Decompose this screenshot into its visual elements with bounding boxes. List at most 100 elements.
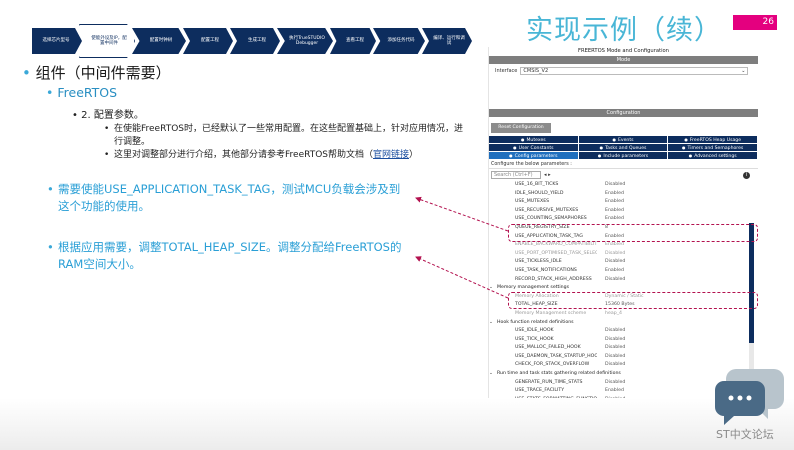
param-name: USE_TICKLESS_IDLE: [515, 259, 562, 265]
param-name: USE_MALLOC_FAILED_HOOK: [515, 345, 581, 351]
param-name: USE_TICK_HOOK: [515, 336, 554, 342]
bullet-dot: •: [104, 150, 110, 160]
param-name: Memory Management scheme: [515, 310, 587, 316]
param-name: USE_PORT_OPTIMISED_TASK_SELECTION: [515, 250, 597, 256]
chat-bubble-logo-icon: [715, 369, 784, 425]
tab-config-parameters[interactable]: Config parameters: [489, 152, 579, 160]
param-name: USE_DAEMON_TASK_STARTUP_HOOK: [515, 353, 597, 359]
tab-timers-semaphores[interactable]: Timers and Semaphores: [668, 144, 758, 152]
official-site-link[interactable]: 官网链接: [373, 150, 409, 160]
bullet-dot: •: [22, 64, 31, 82]
tab-heap-usage[interactable]: FreeRTOS Heap Usage: [668, 136, 758, 144]
configuration-header: Configuration: [489, 109, 758, 117]
tab-include-parameters[interactable]: Include parameters: [578, 152, 669, 160]
param-value: Disabled: [605, 362, 626, 368]
tab-row-1: Mutexes Events FreeRTOS Heap Usage: [489, 136, 758, 144]
bullet-dot: •: [72, 110, 78, 121]
param-name: ENABLE_BACKWARD_COMPATIBILITY: [515, 242, 597, 248]
slide-title: 实现示例（续）: [526, 15, 722, 46]
param-value: Disabled: [605, 345, 626, 351]
param-value: Disabled: [605, 250, 626, 256]
tab-advanced-settings[interactable]: Advanced settings: [668, 152, 758, 160]
param-value: Enabled: [605, 216, 624, 222]
interface-label: Interface: [495, 68, 518, 74]
param-row[interactable]: USE_TICKLESS_IDLE Disabled: [489, 258, 758, 267]
search-options-icon[interactable]: ◂ ▸: [544, 172, 551, 178]
param-value: Disabled: [605, 276, 626, 282]
process-steps-bar: 选择芯片型号 使能外设及IP，配置中间件 配置时钟树 配置工程 生成工程 执行T…: [32, 24, 482, 58]
param-name: RECORD_STACK_HIGH_ADDRESS: [515, 276, 592, 282]
param-value: Enabled: [605, 199, 624, 205]
step-5: 生成工程: [230, 28, 280, 54]
param-value: Disabled: [605, 182, 626, 187]
param-name: IDLE_SHOULD_YIELD: [515, 190, 564, 196]
tab-tasks-queues[interactable]: Tasks and Queues: [578, 144, 669, 152]
param-row[interactable]: USE_TICK_HOOK Disabled: [489, 336, 758, 345]
param-value: Disabled: [605, 353, 626, 359]
reset-configuration-button[interactable]: Reset Configuration: [491, 123, 551, 133]
param-name: USE_TASK_NOTIFICATIONS: [515, 267, 577, 273]
param-name: USE_MUTEXES: [515, 199, 550, 205]
sub-bullet-help-docs: • 这里对调整部分进行介绍，其他部分请参考FreeRTOS帮助文档（官网链接）: [104, 150, 419, 160]
param-row[interactable]: USE_TASK_NOTIFICATIONS Enabled: [489, 267, 758, 276]
group-label: Hook function related definitions: [496, 319, 574, 325]
param-row[interactable]: USE_MALLOC_FAILED_HOOK Disabled: [489, 344, 758, 353]
step-4: 配置工程: [183, 28, 233, 54]
param-name: USE_16_BIT_TICKS: [515, 182, 559, 187]
step-3: 配置时钟树: [132, 28, 186, 54]
step-6: 执行TrueSTUDIO Debugger: [277, 28, 333, 54]
param-row[interactable]: USE_PORT_OPTIMISED_TASK_SELECTION Disable…: [489, 250, 758, 259]
bullet-configure-params: • 2. 配置参数。: [72, 110, 144, 121]
config-tabs: Mutexes Events FreeRTOS Heap Usage User …: [489, 136, 758, 160]
interface-value: CMSIS_V2: [523, 68, 549, 74]
param-name: CHECK_FOR_STACK_OVERFLOW: [515, 362, 590, 368]
panel-title: FREERTOS Mode and Configuration: [578, 48, 669, 54]
tab-user-constants[interactable]: User Constants: [489, 144, 579, 152]
param-row[interactable]: ENABLE_BACKWARD_COMPATIBILITY Enabled: [489, 241, 758, 250]
param-name: USE_IDLE_HOOK: [515, 328, 554, 334]
param-value: Disabled: [605, 379, 626, 385]
param-row[interactable]: USE_COUNTING_SEMAPHORES Enabled: [489, 215, 758, 224]
step-1: 选择芯片型号: [32, 28, 82, 54]
callout-application-task-tag: • 需要使能USE_APPLICATION_TASK_TAG，测试MCU负载会涉及…: [47, 182, 401, 213]
param-row[interactable]: USE_RECURSIVE_MUTEXES Enabled: [489, 207, 758, 216]
param-row[interactable]: USE_16_BIT_TICKS Disabled: [489, 181, 758, 190]
param-value: Enabled: [605, 207, 624, 213]
param-name: USE_COUNTING_SEMAPHORES: [515, 216, 587, 222]
param-value: Enabled: [605, 242, 624, 248]
param-row[interactable]: RECORD_STACK_HIGH_ADDRESS Disabled: [489, 276, 758, 285]
group-label: Run time and task stats gathering relate…: [496, 371, 621, 377]
interface-row: Interface CMSIS_V2 ⌄: [489, 64, 758, 78]
step-9: 编译、运行和调试: [422, 28, 472, 54]
param-row[interactable]: Memory Management scheme heap_4: [489, 310, 758, 319]
page-number-badge: 26: [733, 15, 777, 30]
param-row[interactable]: USE_MUTEXES Enabled: [489, 198, 758, 207]
tab-mutexes[interactable]: Mutexes: [489, 136, 579, 144]
sub-bullet-default-config: • 在使能FreeRTOS时，已经默认了一些常用配置。在这些配置基础上，针对应用情…: [104, 124, 463, 147]
bullet-freertos: • FreeRTOS: [46, 85, 118, 100]
mode-header: Mode: [489, 56, 758, 64]
search-input[interactable]: Search (Ctrl+F): [491, 171, 541, 179]
callout-total-heap-size: • 根据应用需要，调整TOTAL_HEAP_SIZE。调整分配给FreeRTOS的…: [47, 240, 402, 271]
footer-band: [0, 398, 794, 450]
highlight-application-task-tag: [508, 224, 758, 242]
step-7: 查看工程: [330, 28, 376, 54]
tab-row-3: Config parameters Include parameters Adv…: [489, 152, 758, 160]
configure-instructions: Configure the below parameters :: [489, 160, 758, 169]
bullet-dot: •: [47, 182, 54, 196]
bullet-dot: •: [104, 124, 110, 134]
param-value: Enabled: [605, 388, 624, 394]
param-value: Enabled: [605, 190, 624, 196]
param-value: Disabled: [605, 328, 626, 334]
tab-events[interactable]: Events: [578, 136, 669, 144]
param-group-header[interactable]: ⌄ Hook function related definitions: [489, 319, 758, 328]
param-row[interactable]: IDLE_SHOULD_YIELD Enabled: [489, 190, 758, 199]
info-icon[interactable]: i: [743, 171, 750, 179]
tab-row-2: User Constants Tasks and Queues Timers a…: [489, 144, 758, 152]
highlight-total-heap-size: [508, 292, 758, 309]
interface-select[interactable]: CMSIS_V2 ⌄: [520, 67, 749, 75]
param-row[interactable]: USE_IDLE_HOOK Disabled: [489, 327, 758, 336]
param-value: Enabled: [605, 267, 624, 273]
param-name: GENERATE_RUN_TIME_STATS: [515, 379, 583, 385]
param-row[interactable]: USE_DAEMON_TASK_STARTUP_HOOK Disabled: [489, 353, 758, 362]
